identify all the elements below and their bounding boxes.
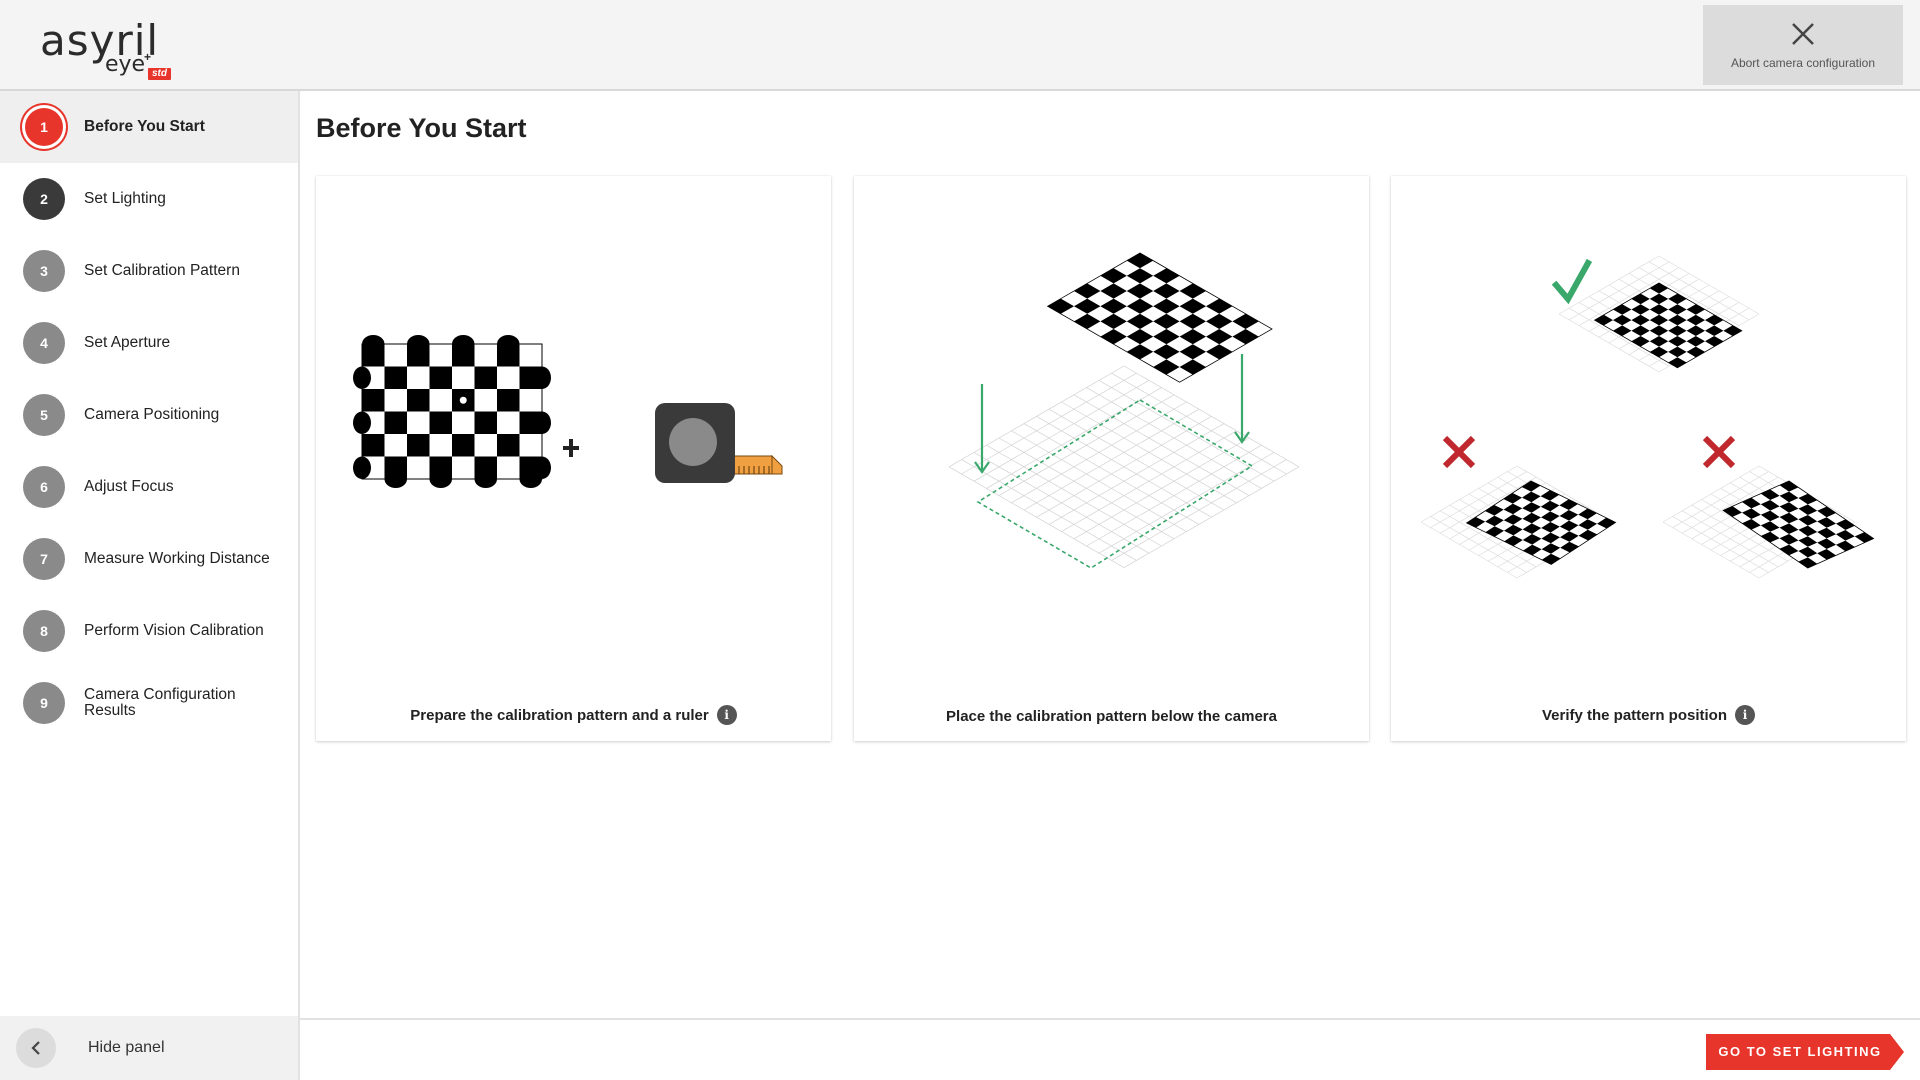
- step-set-lighting[interactable]: 2 Set Lighting: [0, 163, 298, 235]
- page-title: Before You Start: [316, 113, 527, 143]
- step-set-calibration-pattern[interactable]: 3 Set Calibration Pattern: [0, 235, 298, 307]
- place-pattern-illustration: [948, 252, 1300, 569]
- step-label: Set Calibration Pattern: [84, 262, 240, 279]
- tape-measure-icon: [655, 403, 783, 483]
- floor-grid: [948, 365, 1300, 568]
- logo-badge: std: [148, 68, 171, 80]
- card-place-pattern: Place the calibration pattern below the …: [854, 176, 1369, 741]
- go-to-set-lighting-button[interactable]: GO TO SET LIGHTING: [1706, 1034, 1904, 1070]
- caption-text: Place the calibration pattern below the …: [946, 708, 1277, 725]
- main-content: Before You Start Prepare the calibration…: [300, 91, 1920, 1018]
- top-bar: asyril eye + std Abort camera configurat…: [0, 0, 1920, 91]
- card-caption: Prepare the calibration pattern and a ru…: [316, 705, 831, 725]
- step-number: 6: [23, 466, 65, 508]
- step-label: Camera Positioning: [84, 406, 220, 423]
- checkerboard-pattern: [353, 335, 551, 488]
- card-prepare-pattern: Prepare the calibration pattern and a ru…: [316, 176, 831, 741]
- asyril-logo: asyril eye + std: [40, 16, 180, 80]
- calibration-pattern-and-ruler-illustration: [353, 335, 783, 488]
- verify-position-illustration: [1420, 255, 1875, 579]
- step-measure-working-distance[interactable]: 7 Measure Working Distance: [0, 523, 298, 595]
- step-label: Set Aperture: [84, 334, 171, 351]
- step-label: Perform Vision Calibration: [84, 622, 264, 639]
- pattern-valid: [1593, 282, 1743, 369]
- down-arrow-icons: [974, 354, 1250, 474]
- pattern-invalid-2: [1722, 480, 1875, 569]
- step-camera-configuration-results[interactable]: 9 Camera Configuration Results: [0, 667, 298, 739]
- chevron-left-icon: [16, 1028, 56, 1068]
- floating-calibration-board: [1046, 252, 1273, 383]
- card-verify-position: Verify the pattern position i: [1391, 176, 1906, 741]
- steps-sidebar: 1 Before You Start 2 Set Lighting 3 Set …: [0, 91, 300, 1080]
- step-number: 9: [23, 682, 65, 724]
- step-label: Set Lighting: [84, 190, 166, 207]
- step-label: Camera Configuration Results: [84, 686, 236, 719]
- next-button-label: GO TO SET LIGHTING: [1718, 1044, 1882, 1059]
- abort-label: Abort camera configuration: [1730, 56, 1876, 70]
- hide-panel-label: Hide panel: [88, 1039, 165, 1056]
- step-number: 1: [25, 108, 63, 146]
- caption-text: Verify the pattern position: [1541, 706, 1728, 724]
- cross-icon: [1442, 435, 1476, 469]
- step-perform-vision-calibration[interactable]: 8 Perform Vision Calibration: [0, 595, 298, 667]
- card-caption: Place the calibration pattern below the …: [854, 708, 1369, 725]
- step-number: 2: [23, 178, 65, 220]
- check-icon: [1551, 258, 1593, 305]
- step-before-you-start[interactable]: 1 Before You Start: [0, 91, 298, 163]
- plus-icon: [563, 439, 579, 457]
- caption-text: Prepare the calibration pattern and a ru…: [410, 706, 709, 724]
- step-number: 5: [23, 394, 65, 436]
- close-icon: [1792, 23, 1814, 45]
- abort-configuration-button[interactable]: Abort camera configuration: [1703, 5, 1903, 85]
- hide-panel-button[interactable]: Hide panel: [0, 1016, 298, 1080]
- step-camera-positioning[interactable]: 5 Camera Positioning: [0, 379, 298, 451]
- cross-icon: [1702, 435, 1736, 469]
- logo-sub: eye: [105, 52, 146, 77]
- info-icon[interactable]: i: [1735, 705, 1756, 725]
- footer-bar: GO TO SET LIGHTING: [300, 1018, 1920, 1080]
- step-label: Before You Start: [84, 118, 205, 135]
- step-number: 8: [23, 610, 65, 652]
- step-label: Adjust Focus: [84, 478, 174, 495]
- info-icon[interactable]: i: [716, 705, 737, 725]
- step-number: 7: [23, 538, 65, 580]
- card-caption: Verify the pattern position i: [1391, 705, 1906, 725]
- step-adjust-focus[interactable]: 6 Adjust Focus: [0, 451, 298, 523]
- step-label: Measure Working Distance: [84, 550, 270, 567]
- step-set-aperture[interactable]: 4 Set Aperture: [0, 307, 298, 379]
- step-number: 4: [23, 322, 65, 364]
- step-number: 3: [23, 250, 65, 292]
- logo-sup: +: [144, 50, 152, 64]
